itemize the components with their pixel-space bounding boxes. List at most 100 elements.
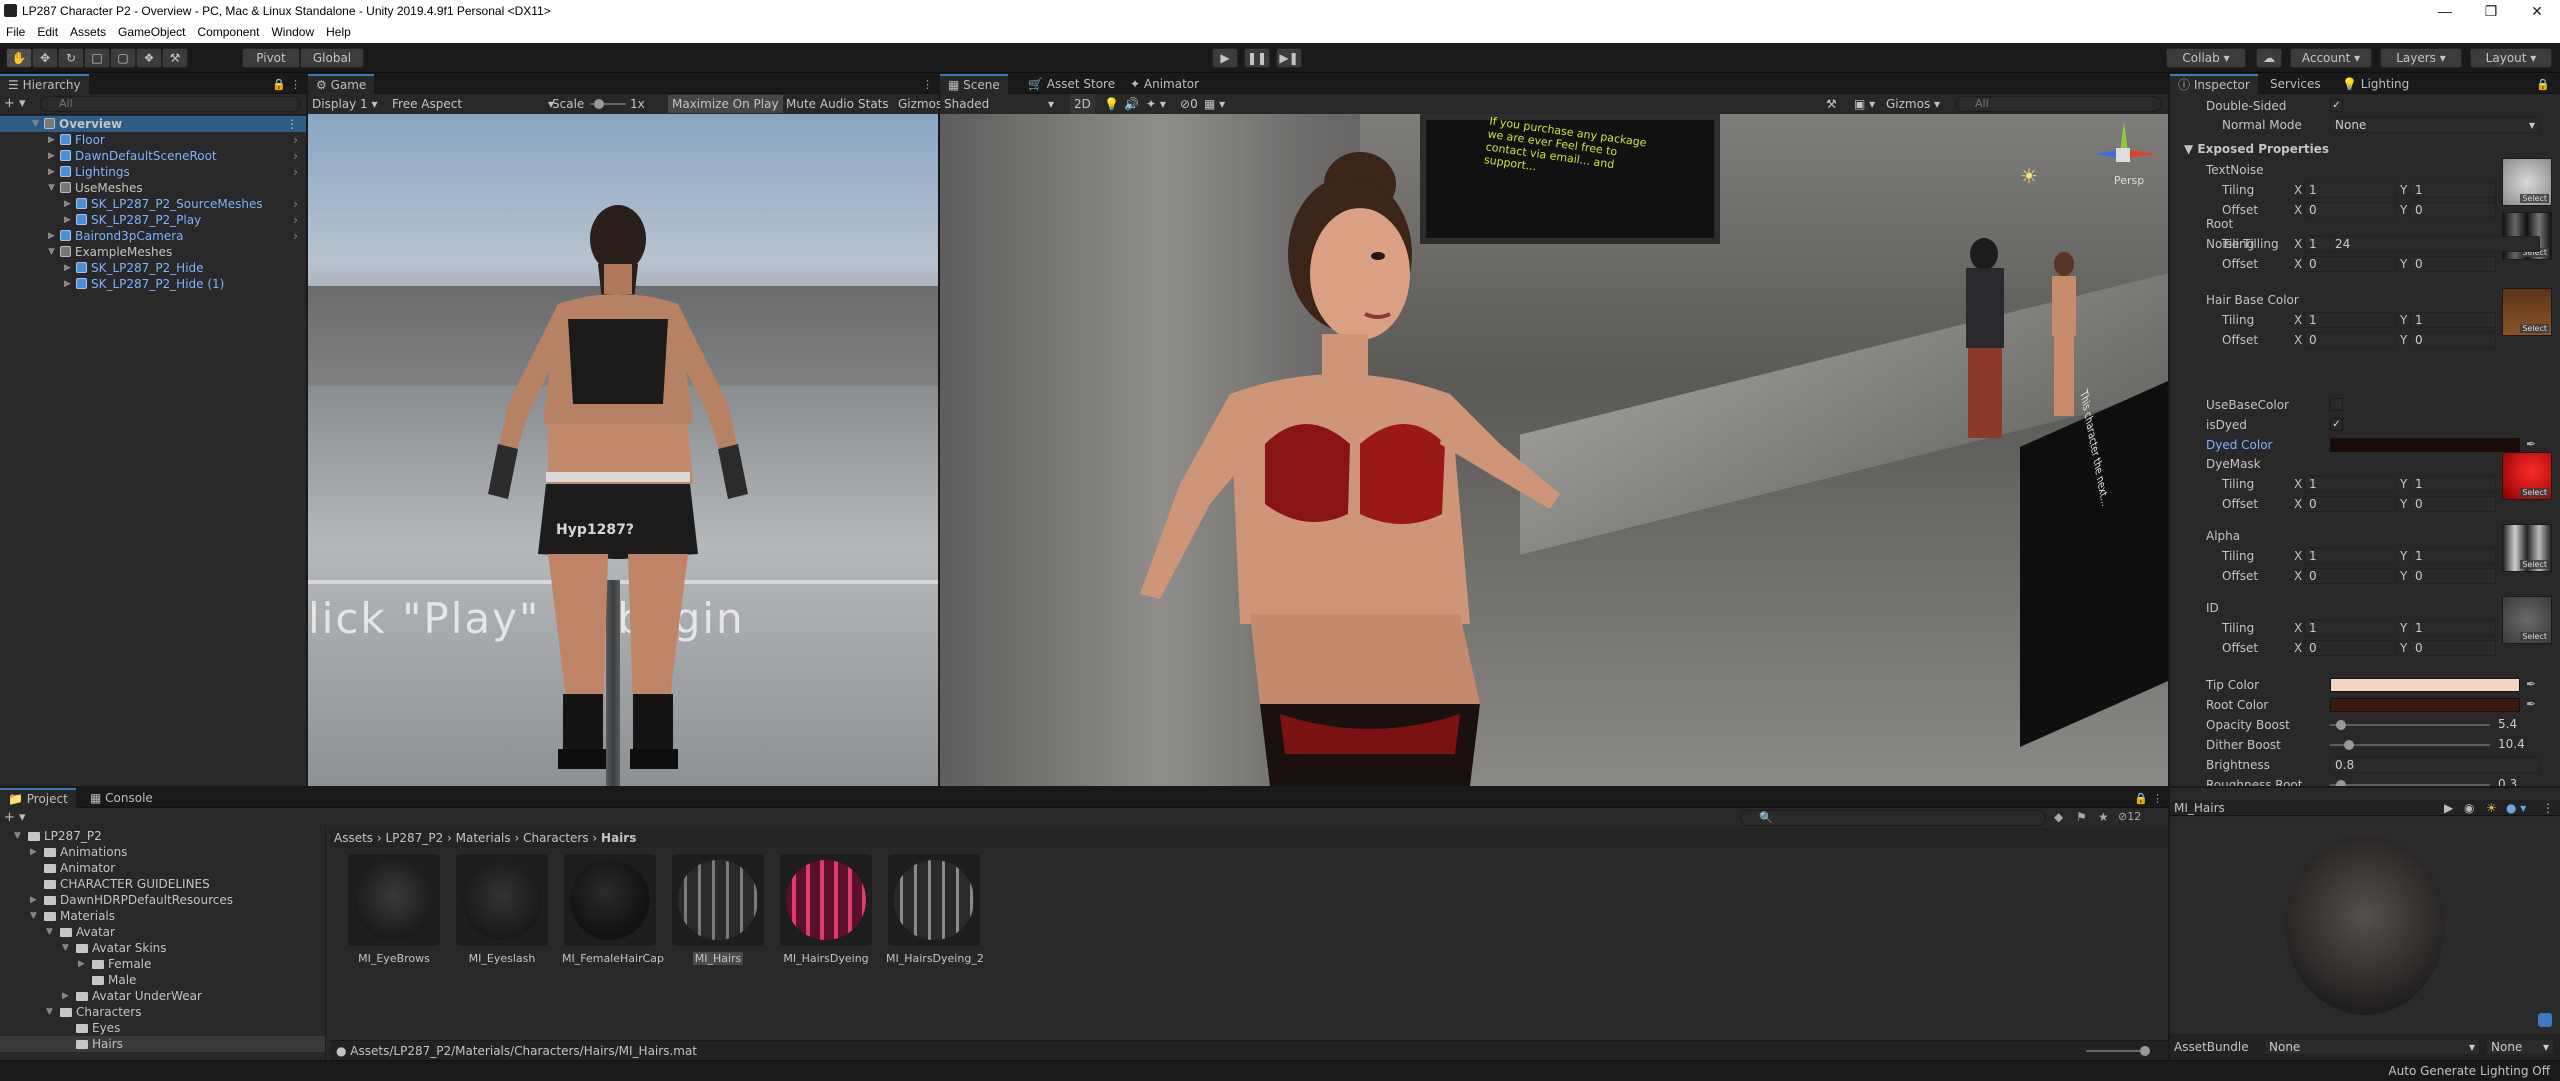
tiling-x-field[interactable]: 1 — [2304, 476, 2396, 492]
dyed-color-swatch[interactable] — [2330, 438, 2520, 452]
folder-avatar[interactable]: ▼ Avatar — [0, 924, 325, 940]
tab-animator[interactable]: ✦ Animator — [1122, 74, 1207, 94]
texture-thumbnail[interactable]: Select — [2502, 524, 2552, 572]
filter-label-icon[interactable]: ⚑ — [2076, 810, 2087, 824]
asset-mi_femalehaircap[interactable]: MI_FemaleHairCap — [562, 854, 664, 965]
play-button[interactable]: ▶ — [1212, 48, 1238, 68]
expand-arrow-icon[interactable]: ▼ — [62, 940, 72, 956]
offset-x-field[interactable]: 0 — [2304, 640, 2396, 656]
effects-toggle-icon[interactable]: ✦ ▾ — [1146, 94, 1166, 114]
texture-select-button[interactable]: Select — [2520, 488, 2549, 497]
roughness-root-field[interactable]: 0.3 — [2494, 777, 2544, 786]
maximize-icon[interactable]: ❐ — [2468, 0, 2514, 22]
tab-lighting[interactable]: 💡 Lighting — [2334, 74, 2417, 94]
step-button[interactable]: ▶❚ — [1276, 48, 1302, 68]
chevron-right-icon[interactable]: › — [293, 164, 298, 180]
offset-x-field[interactable]: 0 — [2304, 332, 2396, 348]
tiling-x-field[interactable]: 1 — [2304, 620, 2396, 636]
favorite-icon[interactable]: ★ — [2098, 810, 2109, 824]
folder-character-guidelines[interactable]: CHARACTER GUIDELINES — [0, 876, 325, 892]
menu-edit[interactable]: Edit — [31, 22, 64, 42]
opacity-boost-slider[interactable] — [2330, 717, 2490, 733]
is-dyed-checkbox[interactable]: ✓ — [2330, 418, 2343, 431]
tiling-x-field[interactable]: 1 — [2304, 182, 2396, 198]
tab-hierarchy[interactable]: ☰ Hierarchy — [0, 74, 89, 94]
hierarchy-item-dawn[interactable]: ▶ DawnDefaultSceneRoot › — [0, 148, 306, 164]
asset-labels-icon[interactable] — [2538, 1013, 2552, 1027]
move-tool-icon[interactable]: ✥ — [32, 48, 58, 68]
preview-menu-icon[interactable]: ⋮ — [2542, 800, 2554, 816]
preview-light-icon[interactable]: ☀ — [2486, 800, 2497, 816]
tiling-y-field[interactable]: 1 — [2410, 476, 2496, 492]
2d-toggle[interactable]: 2D — [1070, 94, 1095, 114]
preview-play-icon[interactable]: ▶ — [2444, 800, 2453, 816]
folder-dawnhdrpdefaultresources[interactable]: ▶ DawnHDRPDefaultResources — [0, 892, 325, 908]
asset-mi_eyebrows[interactable]: MI_EyeBrows — [346, 854, 442, 965]
cloud-icon[interactable]: ☁ — [2256, 48, 2282, 68]
grid-toggle-icon[interactable]: ▦ ▾ — [1204, 94, 1225, 114]
expand-arrow-icon[interactable]: ▼ — [14, 828, 24, 844]
texture-select-button[interactable]: Select — [2520, 560, 2549, 569]
scale-tool-icon[interactable]: □ — [84, 48, 110, 68]
asset-mi_hairs[interactable]: MI_Hairs — [670, 854, 766, 965]
preview-shape-icon[interactable]: ◉ — [2464, 800, 2474, 816]
minimize-icon[interactable]: — — [2422, 0, 2468, 22]
mute-audio-toggle[interactable]: Mute Audio — [786, 94, 854, 114]
breadcrumb-hairs[interactable]: Hairs — [601, 831, 636, 845]
scene-viewport[interactable]: If you purchase any package we are ever … — [940, 114, 2168, 786]
tab-scene[interactable]: ▦ Scene — [940, 74, 1008, 94]
material-preview[interactable] — [2170, 817, 2560, 1033]
lock-icon[interactable]: 🔒 — [272, 78, 286, 91]
orientation-gizmo[interactable]: Persp — [2084, 120, 2164, 200]
hierarchy-item-play[interactable]: ▶ SK_LP287_P2_Play › — [0, 212, 306, 228]
camera-settings-icon[interactable]: ▣ ▾ — [1854, 94, 1875, 114]
aspect-dropdown[interactable]: Free Aspect ▾ — [392, 94, 554, 114]
menu-window[interactable]: Window — [265, 22, 320, 42]
hierarchy-item-floor[interactable]: ▶ Floor › — [0, 132, 306, 148]
brightness-field[interactable]: 0.8 — [2330, 757, 2540, 773]
folder-animator[interactable]: Animator — [0, 860, 325, 876]
dither-boost-field[interactable]: 10.4 — [2494, 737, 2544, 753]
folder-female[interactable]: ▶ Female — [0, 956, 325, 972]
texture-thumbnail[interactable]: Select — [2502, 596, 2552, 644]
persp-label[interactable]: Persp — [2114, 174, 2144, 187]
chevron-right-icon[interactable]: › — [293, 148, 298, 164]
expand-arrow-icon[interactable]: ▼ — [46, 924, 56, 940]
layers-dropdown[interactable]: Layers ▾ — [2380, 48, 2462, 68]
display-dropdown[interactable]: Display 1 ▾ — [312, 94, 378, 114]
add-object-button[interactable]: + ▾ — [4, 96, 26, 111]
tab-inspector[interactable]: ⓘ Inspector — [2170, 74, 2258, 94]
chevron-right-icon[interactable]: › — [293, 228, 298, 244]
audio-toggle-icon[interactable]: 🔊 — [1124, 94, 1139, 114]
opacity-boost-field[interactable]: 5.4 — [2494, 717, 2544, 733]
folder-animations[interactable]: ▶ Animations — [0, 844, 325, 860]
layout-dropdown[interactable]: Layout ▾ — [2470, 48, 2552, 68]
lock-icon[interactable]: 🔒 — [2134, 792, 2148, 805]
offset-y-field[interactable]: 0 — [2410, 568, 2496, 584]
menu-file[interactable]: File — [0, 22, 31, 42]
gizmo-center[interactable] — [2116, 148, 2130, 162]
breadcrumb-assets[interactable]: Assets — [330, 831, 373, 845]
hierarchy-item-usemeshes[interactable]: ▼ UseMeshes — [0, 180, 306, 196]
tip-color-swatch[interactable] — [2330, 678, 2520, 692]
offset-x-field[interactable]: 0 — [2304, 256, 2396, 272]
hand-tool-icon[interactable]: ✋ — [6, 48, 32, 68]
menu-assets[interactable]: Assets — [64, 22, 112, 42]
noise-tiling-field[interactable]: 24 — [2330, 236, 2540, 252]
texture-thumbnail[interactable]: Select — [2502, 452, 2552, 500]
scene-search-input[interactable]: All — [1956, 96, 2162, 112]
folder-avatar-skins[interactable]: ▼ Avatar Skins — [0, 940, 325, 956]
icon-size-slider[interactable] — [2086, 1050, 2146, 1052]
panel-menu-icon[interactable]: ⋮ — [290, 78, 301, 91]
tab-console[interactable]: ▦ Console — [82, 788, 161, 808]
expand-arrow-icon[interactable]: ▶ — [30, 892, 40, 908]
chevron-right-icon[interactable]: › — [293, 132, 298, 148]
hierarchy-search-input[interactable]: All — [40, 96, 300, 112]
hierarchy-item-hide-1[interactable]: ▶ SK_LP287_P2_Hide (1) — [0, 276, 306, 292]
filter-type-icon[interactable]: ◆ — [2054, 810, 2063, 824]
folder-materials[interactable]: ▼ Materials — [0, 908, 325, 924]
offset-x-field[interactable]: 0 — [2304, 202, 2396, 218]
collab-dropdown[interactable]: Collab ▾ — [2166, 48, 2246, 68]
texture-select-button[interactable]: Select — [2520, 632, 2549, 641]
expand-arrow-icon[interactable]: ▶ — [62, 988, 72, 1004]
